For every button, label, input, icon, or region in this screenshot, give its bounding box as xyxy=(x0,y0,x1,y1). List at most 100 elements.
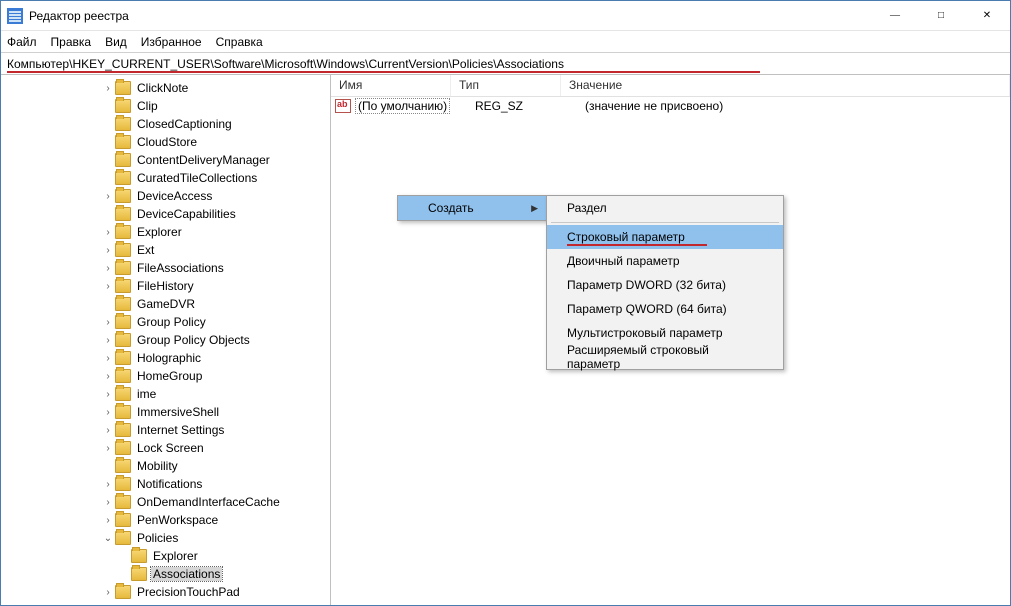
tree-pane[interactable]: ›ClickNote Clip ClosedCaptioning CloudStore… xyxy=(1,75,331,605)
tree-item[interactable]: › FileAssociations xyxy=(1,259,330,277)
chevron-right-icon[interactable]: › xyxy=(101,479,115,490)
window-controls: — □ ✕ xyxy=(872,1,1010,30)
tree-item[interactable]: ›PrecisionTouchPad xyxy=(1,583,330,601)
menu-item-section[interactable]: Раздел xyxy=(547,196,783,220)
tree-item[interactable]: ContentDeliveryManager xyxy=(1,151,330,169)
tree-item[interactable]: › Group Policy Objects xyxy=(1,331,330,349)
folder-icon xyxy=(115,387,131,401)
tree-item[interactable]: Clip xyxy=(1,97,330,115)
tree-item-label: FileAssociations xyxy=(135,261,226,275)
chevron-right-icon[interactable]: › xyxy=(101,83,115,94)
menu-item-dword[interactable]: Параметр DWORD (32 бита) xyxy=(547,273,783,297)
chevron-right-icon[interactable]: › xyxy=(101,353,115,364)
chevron-right-icon[interactable]: › xyxy=(101,281,115,292)
close-button[interactable]: ✕ xyxy=(964,1,1010,30)
tree-item[interactable]: › Holographic xyxy=(1,349,330,367)
tree-item[interactable]: ›DeviceAccess xyxy=(1,187,330,205)
tree-item[interactable]: ›Explorer xyxy=(1,223,330,241)
chevron-right-icon[interactable]: › xyxy=(101,371,115,382)
tree-item[interactable]: ClosedCaptioning xyxy=(1,115,330,133)
chevron-right-icon[interactable]: › xyxy=(101,335,115,346)
menu-item-multistring[interactable]: Мультистроковый параметр xyxy=(547,321,783,345)
folder-icon xyxy=(115,513,131,527)
tree-item[interactable]: ›Group Policy xyxy=(1,313,330,331)
tree-item-label: Notifications xyxy=(135,477,204,491)
menu-item-binary[interactable]: Двоичный параметр xyxy=(547,249,783,273)
tree-item-label: ClosedCaptioning xyxy=(135,117,234,131)
menu-item-qword[interactable]: Параметр QWORD (64 бита) xyxy=(547,297,783,321)
folder-icon xyxy=(115,441,131,455)
chevron-right-icon[interactable]: › xyxy=(101,407,115,418)
chevron-right-icon[interactable]: › xyxy=(101,515,115,526)
menu-favorites[interactable]: Избранное xyxy=(141,35,202,49)
tree-item[interactable]: ›FileHistory xyxy=(1,277,330,295)
tree-item[interactable]: ›HomeGroup xyxy=(1,367,330,385)
tree-item[interactable]: › ImmersiveShell xyxy=(1,403,330,421)
chevron-right-icon[interactable]: › xyxy=(101,443,115,454)
folder-icon xyxy=(115,261,131,275)
list-row[interactable]: (По умолчанию)REG_SZ(значение не присвое… xyxy=(331,97,1010,115)
tree-item-label: DeviceCapabilities xyxy=(135,207,238,221)
chevron-right-icon[interactable]: › xyxy=(101,425,115,436)
chevron-right-icon[interactable]: › xyxy=(101,245,115,256)
minimize-button[interactable]: — xyxy=(872,1,918,30)
folder-icon xyxy=(115,207,131,221)
tree-item-label: ImmersiveShell xyxy=(135,405,221,419)
tree-item[interactable]: CloudStore xyxy=(1,133,330,151)
address-bar[interactable]: Компьютер\HKEY_CURRENT_USER\Software\Mic… xyxy=(1,53,1010,75)
col-header-name[interactable]: Имя xyxy=(331,75,451,96)
folder-icon xyxy=(115,351,131,365)
folder-icon xyxy=(115,81,131,95)
menu-file[interactable]: Файл xyxy=(7,35,37,49)
menubar: Файл Правка Вид Избранное Справка xyxy=(1,31,1010,53)
tree-item-label: Holographic xyxy=(135,351,203,365)
folder-icon xyxy=(115,225,131,239)
tree: ›ClickNote Clip ClosedCaptioning CloudStore… xyxy=(1,75,330,605)
menu-item-dword-label: Параметр DWORD (32 бита) xyxy=(567,278,726,292)
maximize-button[interactable]: □ xyxy=(918,1,964,30)
menu-help[interactable]: Справка xyxy=(216,35,263,49)
tree-item[interactable]: ›Ext xyxy=(1,241,330,259)
tree-item-label: CloudStore xyxy=(135,135,199,149)
list-pane[interactable]: Имя Тип Значение (По умолчанию)REG_SZ(зн… xyxy=(331,75,1010,605)
chevron-down-icon[interactable]: ⌄ xyxy=(101,533,115,544)
tree-item[interactable]: DeviceCapabilities xyxy=(1,205,330,223)
chevron-right-icon[interactable]: › xyxy=(101,227,115,238)
menu-item-string[interactable]: Строковый параметр xyxy=(547,225,783,249)
tree-item[interactable]: ›ime xyxy=(1,385,330,403)
tree-item[interactable]: ›ClickNote xyxy=(1,79,330,97)
col-header-type[interactable]: Тип xyxy=(451,75,561,96)
folder-icon xyxy=(115,153,131,167)
folder-icon xyxy=(115,315,131,329)
tree-item[interactable]: ›Lock Screen xyxy=(1,439,330,457)
folder-icon xyxy=(131,549,147,563)
tree-item-label: Associations xyxy=(151,567,222,581)
tree-item[interactable]: ⌄Policies xyxy=(1,529,330,547)
menu-item-expandstring[interactable]: Расширяемый строковый параметр xyxy=(547,345,783,369)
tree-item[interactable]: Mobility xyxy=(1,457,330,475)
chevron-right-icon[interactable]: › xyxy=(101,191,115,202)
tree-item[interactable]: ›Internet Settings xyxy=(1,421,330,439)
chevron-right-icon[interactable]: › xyxy=(101,317,115,328)
tree-item[interactable]: › Notifications xyxy=(1,475,330,493)
tree-item-label: Clip xyxy=(135,99,160,113)
tree-item-label: Group Policy Objects xyxy=(135,333,252,347)
tree-item[interactable]: Associations xyxy=(1,565,330,583)
menu-item-create[interactable]: Создать ▶ xyxy=(398,196,546,220)
folder-icon xyxy=(115,297,131,311)
tree-item[interactable]: CuratedTileCollections xyxy=(1,169,330,187)
tree-item[interactable]: ›PenWorkspace xyxy=(1,511,330,529)
chevron-right-icon[interactable]: › xyxy=(101,263,115,274)
menu-edit[interactable]: Правка xyxy=(51,35,92,49)
tree-item[interactable]: Explorer xyxy=(1,547,330,565)
tree-item[interactable]: ›OnDemandInterfaceCache xyxy=(1,493,330,511)
tree-item[interactable]: GameDVR xyxy=(1,295,330,313)
menu-view[interactable]: Вид xyxy=(105,35,127,49)
chevron-right-icon[interactable]: › xyxy=(101,497,115,508)
chevron-right-icon[interactable]: › xyxy=(101,587,115,598)
value-type: REG_SZ xyxy=(467,99,577,113)
folder-icon xyxy=(115,243,131,257)
chevron-right-icon[interactable]: › xyxy=(101,389,115,400)
submenu-arrow-icon: ▶ xyxy=(531,203,538,214)
col-header-value[interactable]: Значение xyxy=(561,75,1010,96)
